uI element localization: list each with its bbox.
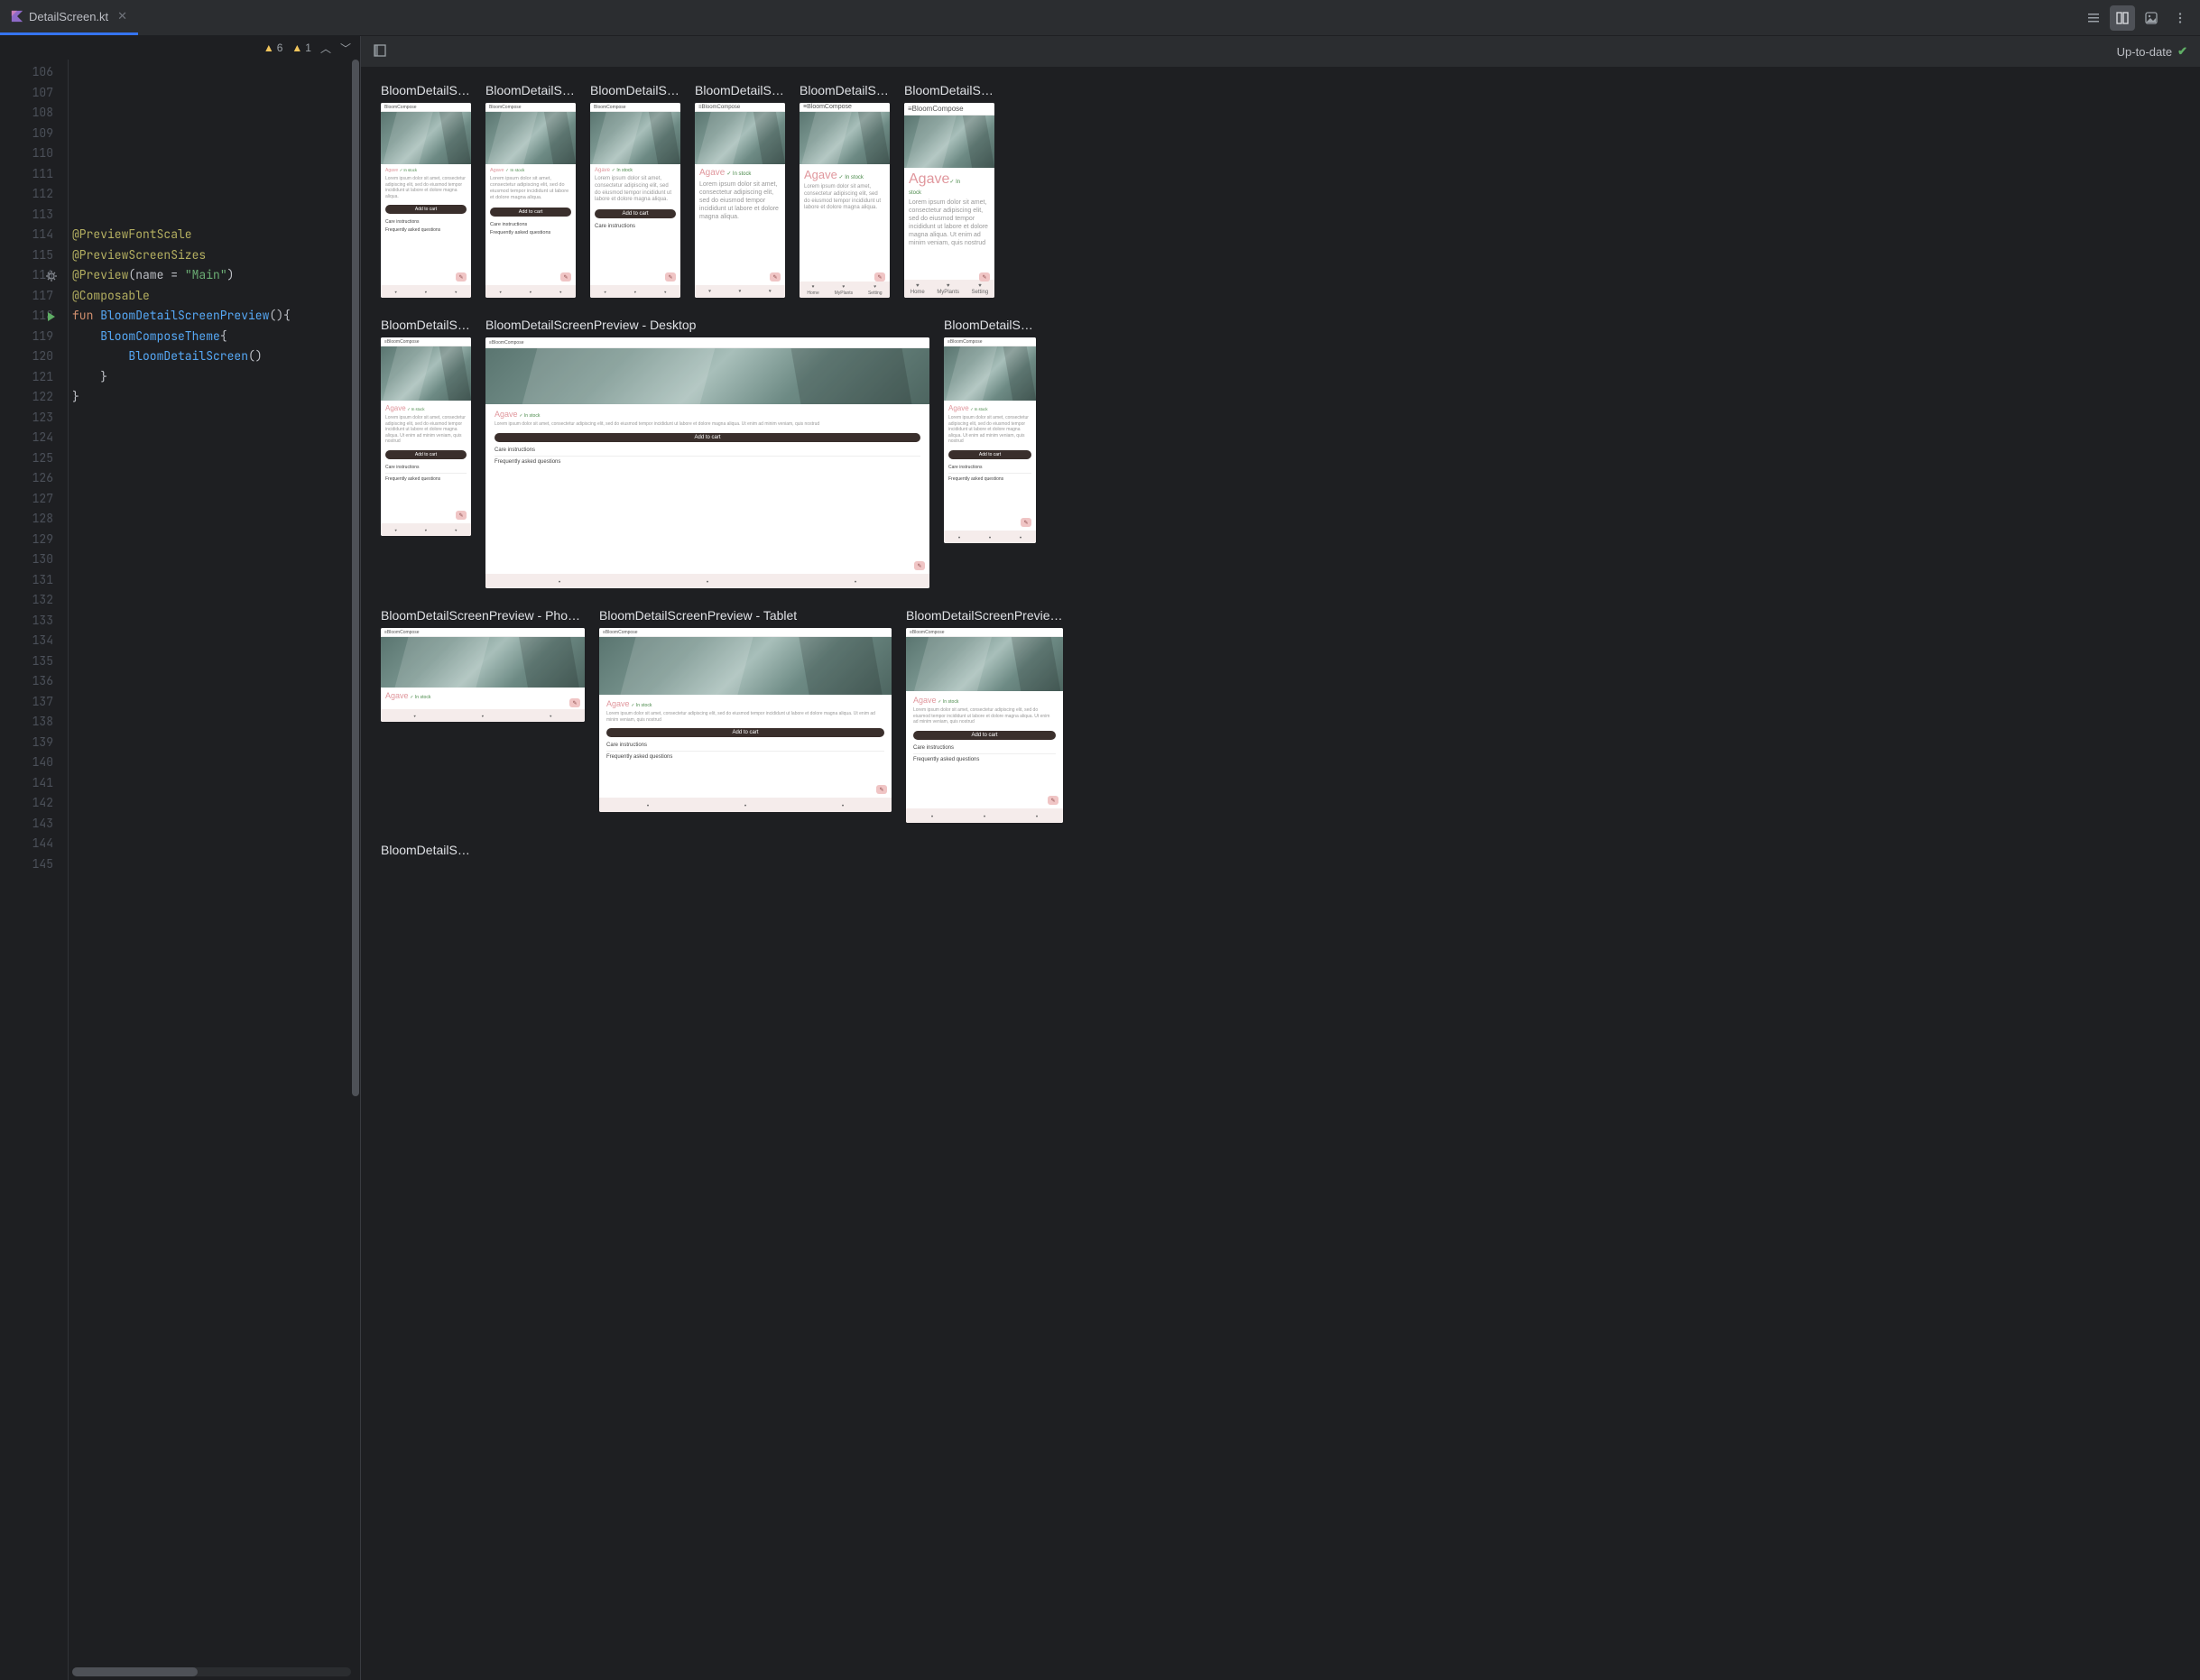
vertical-scrollbar[interactable]: [351, 60, 360, 1680]
preview-device[interactable]: ≡ BloomCompose Agave ✓ In stock ✎ ♥♥♥: [381, 628, 585, 722]
preview-label: BloomDetailSc…: [381, 843, 471, 857]
fab-edit-icon: ✎: [665, 272, 676, 282]
preview-device[interactable]: BloomCompose Agave ✓ In stock Lorem ipsu…: [381, 103, 471, 298]
preview-device[interactable]: ≡ BloomCompose Agave ✓ In stock Lorem ip…: [695, 103, 785, 298]
code-area[interactable]: @PreviewFontScale@PreviewScreenSizes@Pre…: [69, 60, 360, 1680]
preview-label: BloomDetailSc…: [944, 318, 1036, 332]
fab-edit-icon: ✎: [569, 698, 580, 707]
preview-label: BloomDetailSc…: [485, 83, 576, 97]
next-highlight-button[interactable]: ﹀: [340, 41, 351, 56]
code-view-button[interactable]: [2081, 5, 2106, 31]
preview-label: BloomDetailScreenPreview - Tablet: [599, 608, 892, 623]
scrollbar-thumb[interactable]: [352, 60, 359, 1096]
fab-edit-icon: ✎: [914, 561, 925, 570]
warnings-indicator-1[interactable]: ▲ 6: [263, 42, 283, 54]
gear-icon[interactable]: [45, 269, 58, 282]
fab-edit-icon: ✎: [456, 272, 467, 282]
fab-edit-icon: ✎: [876, 785, 887, 794]
warning-icon: ▲: [263, 42, 274, 54]
preview-device[interactable]: ≡ BloomCompose Agave✓ Instock Lorem ipsu…: [904, 103, 994, 298]
preview-label: BloomDetailSc…: [695, 83, 785, 97]
fab-edit-icon: ✎: [1021, 518, 1031, 527]
inspection-bar: ▲ 6 ▲ 1 ︿ ﹀: [0, 36, 360, 60]
preview-panel-toggle[interactable]: [374, 44, 386, 60]
preview-device[interactable]: BloomCompose Agave ✓ In stock Lorem ipsu…: [590, 103, 680, 298]
tab-filename: DetailScreen.kt: [29, 10, 108, 23]
preview-label: BloomDetailScreenPreview - Pho…: [381, 608, 585, 623]
preview-label: BloomDetailScreenPreview - Desktop: [485, 318, 929, 332]
tab-bar: DetailScreen.kt ✕: [0, 0, 2200, 36]
check-icon: ✔: [2177, 44, 2187, 59]
preview-device[interactable]: ≡ BloomCompose Agave ✓ In stock Lorem ip…: [800, 103, 890, 298]
split-view-button[interactable]: [2110, 5, 2135, 31]
preview-label: BloomDetailScreenPrevie…: [906, 608, 1063, 623]
prev-highlight-button[interactable]: ︿: [320, 41, 331, 56]
preview-pane: Up-to-date ✔ BloomDetailSc… BloomCompose…: [361, 36, 2200, 1680]
fab-edit-icon: ✎: [874, 272, 885, 282]
preview-label: BloomDetailSc…: [590, 83, 680, 97]
preview-device[interactable]: ≡ BloomCompose Agave ✓ In stock Lorem ip…: [599, 628, 892, 812]
preview-status: Up-to-date ✔: [2117, 44, 2187, 59]
preview-label: BloomDetailSc…: [381, 318, 471, 332]
more-options-button[interactable]: [2168, 5, 2193, 31]
preview-label: BloomDetailSc…: [800, 83, 890, 97]
code-editor[interactable]: 1061071081091101111121131141151161171181…: [0, 60, 360, 1680]
preview-header: Up-to-date ✔: [361, 36, 2200, 67]
horizontal-scrollbar[interactable]: [72, 1667, 351, 1676]
fab-edit-icon: ✎: [1048, 796, 1058, 805]
preview-label: BloomDetailSc…: [381, 83, 471, 97]
file-tab[interactable]: DetailScreen.kt ✕: [0, 0, 138, 35]
tab-tools: [2081, 5, 2200, 31]
scrollbar-thumb[interactable]: [72, 1667, 198, 1676]
editor-pane: ▲ 6 ▲ 1 ︿ ﹀ 1061071081091101111121131141…: [0, 36, 361, 1680]
preview-device[interactable]: ≡ BloomCompose Agave ✓ In stock Lorem ip…: [485, 337, 929, 588]
design-view-button[interactable]: [2139, 5, 2164, 31]
preview-device[interactable]: ≡ BloomCompose Agave ✓ In stock Lorem ip…: [944, 337, 1036, 543]
close-icon[interactable]: ✕: [117, 9, 127, 23]
fab-edit-icon: ✎: [560, 272, 571, 282]
warnings-indicator-2[interactable]: ▲ 1: [291, 42, 311, 54]
warning-icon: ▲: [291, 42, 302, 54]
preview-canvas[interactable]: BloomDetailSc… BloomCompose Agave ✓ In s…: [361, 67, 2200, 1680]
fab-edit-icon: ✎: [770, 272, 781, 282]
fab-edit-icon: ✎: [456, 511, 467, 520]
preview-device[interactable]: ≡ BloomCompose Agave ✓ In stock Lorem ip…: [906, 628, 1063, 823]
gutter: 1061071081091101111121131141151161171181…: [0, 60, 69, 1680]
preview-device[interactable]: BloomCompose Agave ✓ In stock Lorem ipsu…: [485, 103, 576, 298]
kotlin-file-icon: [11, 10, 23, 23]
preview-label: BloomDetailSc…: [904, 83, 994, 97]
fab-edit-icon: ✎: [979, 272, 990, 282]
preview-device[interactable]: ≡ BloomCompose Agave ✓ In stock Lorem ip…: [381, 337, 471, 536]
run-icon[interactable]: [45, 309, 58, 322]
